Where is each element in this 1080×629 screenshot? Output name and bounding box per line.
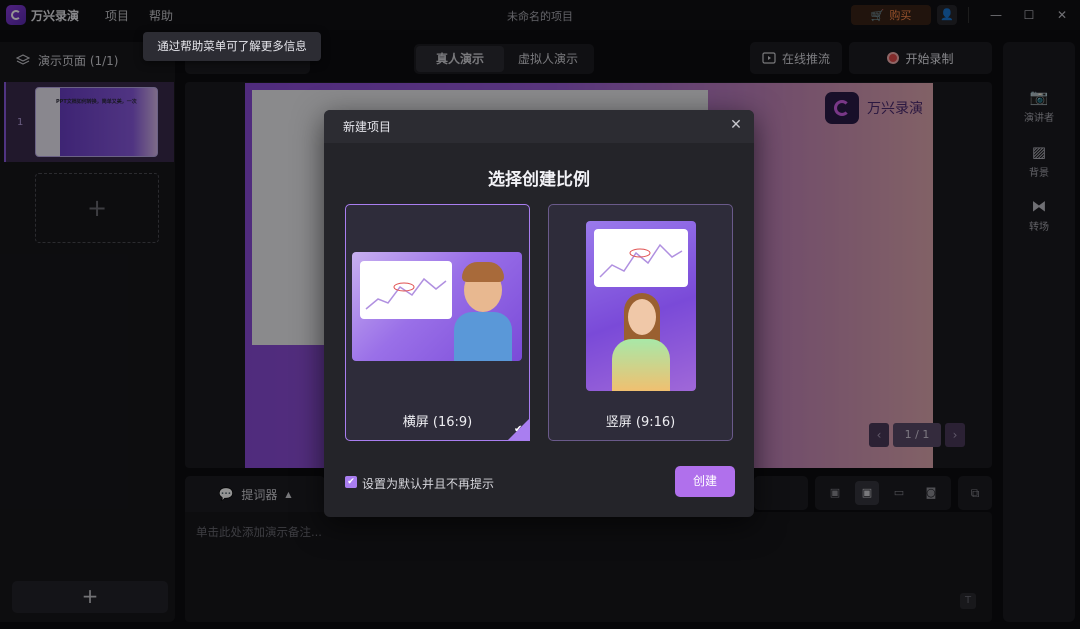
help-tooltip: 通过帮助菜单可了解更多信息 <box>143 32 321 61</box>
avatar-hair <box>462 262 504 282</box>
default-checkbox-label[interactable]: 设置为默认并且不再提示 <box>362 475 494 492</box>
preview-chart <box>360 261 452 319</box>
avatar-top <box>612 339 670 391</box>
check-icon: ✔ <box>514 424 523 435</box>
landscape-preview-image <box>352 252 522 361</box>
avatar-shirt <box>454 312 512 361</box>
option-portrait-label: 竖屏 (9:16) <box>605 415 676 430</box>
preview-chart <box>594 229 688 287</box>
dialog-title: 新建项目 <box>343 120 392 134</box>
create-button[interactable]: 创建 <box>675 466 735 497</box>
portrait-preview-image <box>586 221 696 391</box>
default-checkbox[interactable]: ✔ <box>345 476 357 488</box>
avatar-female <box>628 299 656 335</box>
option-landscape-label: 横屏 (16:9) <box>402 415 473 430</box>
dialog-heading: 选择创建比例 <box>488 170 590 190</box>
dialog-close-icon[interactable]: ✕ <box>727 116 745 134</box>
